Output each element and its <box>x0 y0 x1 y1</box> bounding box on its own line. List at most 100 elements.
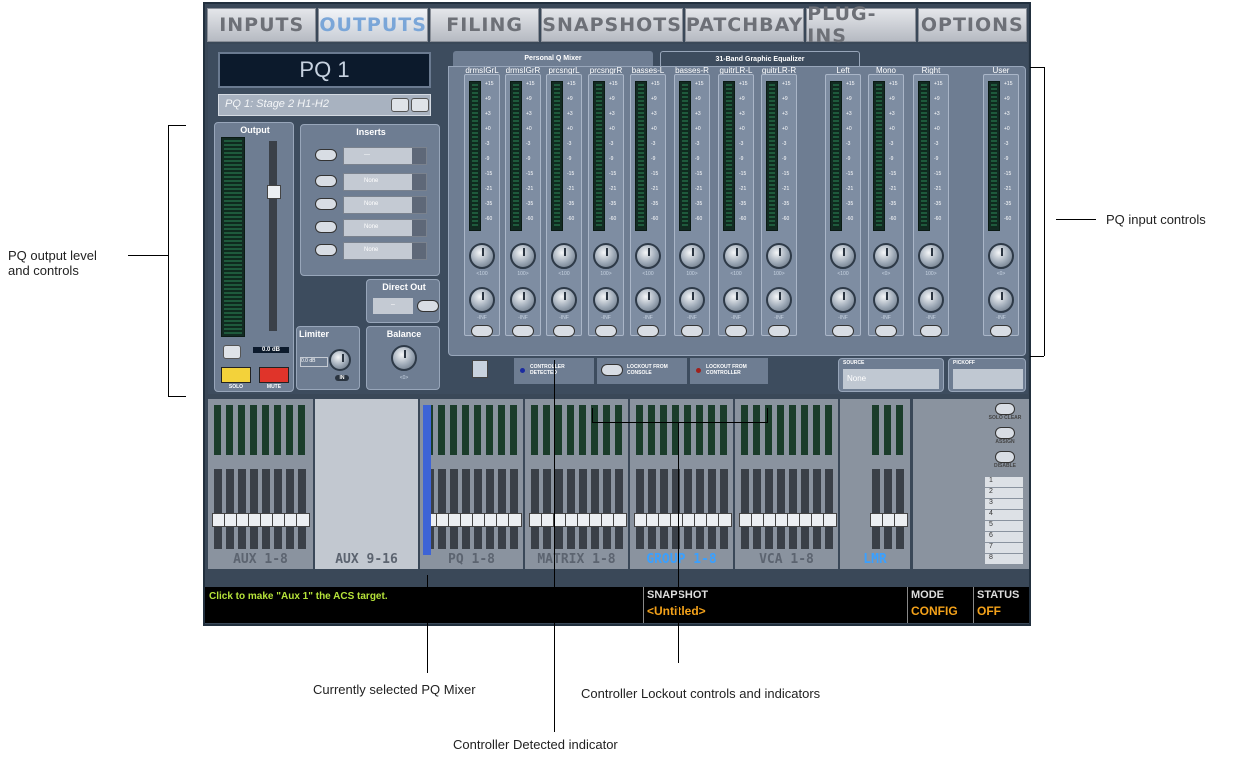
mixer-tab-graphic-eq[interactable]: 31-Band Graphic Equalizer <box>660 51 860 67</box>
mixer-tab-personal-q[interactable]: Personal Q Mixer <box>453 51 653 67</box>
insert-bypass-button[interactable] <box>315 149 337 161</box>
fader-bank[interactable]: PQ 1-8 <box>420 399 523 569</box>
bank-fader[interactable] <box>613 469 627 549</box>
pq-name-display[interactable]: PQ 1 <box>218 52 431 88</box>
bank-fader[interactable] <box>529 469 543 549</box>
bank-fader[interactable] <box>823 469 837 549</box>
side-button[interactable] <box>995 427 1015 439</box>
input-mute-button[interactable] <box>768 325 790 337</box>
chevron-down-icon[interactable] <box>412 148 426 164</box>
fader-bank[interactable]: LMR <box>840 399 910 569</box>
bank-fader[interactable] <box>739 469 753 549</box>
bank-fader[interactable] <box>260 469 274 549</box>
chevron-down-icon[interactable] <box>472 360 488 378</box>
bank-fader[interactable] <box>718 469 732 549</box>
bank-fader[interactable] <box>694 469 708 549</box>
level-knob[interactable] <box>593 287 619 313</box>
level-knob[interactable] <box>918 287 944 313</box>
input-mute-button[interactable] <box>920 325 942 337</box>
chevron-down-icon[interactable] <box>412 174 426 190</box>
level-knob[interactable] <box>679 287 705 313</box>
pan-knob[interactable] <box>918 243 944 269</box>
bank-number[interactable]: 7 <box>985 543 1023 553</box>
chevron-down-icon[interactable] <box>412 243 426 259</box>
pan-knob[interactable] <box>830 243 856 269</box>
tab-filing[interactable]: FILING <box>429 8 540 42</box>
bank-fader[interactable] <box>272 469 286 549</box>
insert-bypass-button[interactable] <box>315 175 337 187</box>
bank-fader[interactable] <box>296 469 310 549</box>
balance-knob[interactable] <box>391 345 417 371</box>
side-button[interactable] <box>995 403 1015 415</box>
lockout-from-console-button[interactable]: LOCKOUT FROM CONSOLE <box>597 358 687 384</box>
bank-fader[interactable] <box>224 469 238 549</box>
bank-fader[interactable] <box>248 469 262 549</box>
level-knob[interactable] <box>469 287 495 313</box>
bank-fader[interactable] <box>448 469 462 549</box>
bank-fader[interactable] <box>882 469 896 549</box>
bank-number[interactable]: 8 <box>985 554 1023 564</box>
insert-slot-3[interactable]: None <box>343 196 427 214</box>
side-button[interactable] <box>995 451 1015 463</box>
fader-bank[interactable]: VCA 1-8 <box>735 399 838 569</box>
direct-out-button[interactable] <box>417 300 439 312</box>
bank-fader[interactable] <box>682 469 696 549</box>
insert-bypass-button[interactable] <box>315 198 337 210</box>
input-mute-button[interactable] <box>681 325 703 337</box>
bank-fader[interactable] <box>553 469 567 549</box>
bank-fader[interactable] <box>646 469 660 549</box>
insert-slot-5[interactable]: None <box>343 242 427 260</box>
bank-fader[interactable] <box>472 469 486 549</box>
bank-number[interactable]: 6 <box>985 532 1023 542</box>
solo-button[interactable] <box>221 367 251 383</box>
level-knob[interactable] <box>551 287 577 313</box>
fader-bank[interactable]: AUX 1-8 <box>208 399 313 569</box>
bank-fader[interactable] <box>706 469 720 549</box>
level-knob[interactable] <box>873 287 899 313</box>
bank-fader[interactable] <box>508 469 522 549</box>
input-mute-button[interactable] <box>875 325 897 337</box>
bank-fader[interactable] <box>236 469 250 549</box>
fader-bank[interactable]: GROUP 1-8 <box>630 399 733 569</box>
pickoff-selector[interactable] <box>953 369 1023 389</box>
fader-bank[interactable]: MATRIX 1-8 <box>525 399 628 569</box>
bank-fader[interactable] <box>763 469 777 549</box>
input-mute-button[interactable] <box>990 325 1012 337</box>
level-knob[interactable] <box>988 287 1014 313</box>
pan-knob[interactable] <box>766 243 792 269</box>
input-mute-button[interactable] <box>725 325 747 337</box>
tab-options[interactable]: OPTIONS <box>917 8 1027 42</box>
limiter-knob[interactable] <box>329 349 351 371</box>
level-knob[interactable] <box>766 287 792 313</box>
pan-knob[interactable] <box>635 243 661 269</box>
chevron-down-icon[interactable] <box>412 220 426 236</box>
source-selector[interactable]: None <box>843 369 939 389</box>
tab-snapshots[interactable]: SNAPSHOTS <box>541 8 683 42</box>
pan-knob[interactable] <box>593 243 619 269</box>
next-channel-button[interactable] <box>411 98 429 112</box>
pan-knob[interactable] <box>510 243 536 269</box>
bank-fader[interactable] <box>577 469 591 549</box>
level-knob[interactable] <box>510 287 536 313</box>
bank-fader[interactable] <box>658 469 672 549</box>
bank-fader[interactable] <box>212 469 226 549</box>
pan-knob[interactable] <box>469 243 495 269</box>
input-mute-button[interactable] <box>832 325 854 337</box>
input-mute-button[interactable] <box>595 325 617 337</box>
limiter-in-button[interactable]: IN <box>335 375 349 381</box>
bank-fader[interactable] <box>541 469 555 549</box>
bank-fader[interactable] <box>894 469 908 549</box>
bank-fader[interactable] <box>870 469 884 549</box>
input-mute-button[interactable] <box>553 325 575 337</box>
bank-number[interactable]: 4 <box>985 510 1023 520</box>
bank-number[interactable]: 1 <box>985 477 1023 487</box>
chevron-down-icon[interactable] <box>412 197 426 213</box>
bank-fader[interactable] <box>565 469 579 549</box>
bank-fader[interactable] <box>751 469 765 549</box>
bank-fader[interactable] <box>787 469 801 549</box>
bank-fader[interactable] <box>589 469 603 549</box>
bank-fader[interactable] <box>484 469 498 549</box>
level-knob[interactable] <box>723 287 749 313</box>
bank-number[interactable]: 5 <box>985 521 1023 531</box>
tab-outputs[interactable]: OUTPUTS <box>318 8 428 42</box>
